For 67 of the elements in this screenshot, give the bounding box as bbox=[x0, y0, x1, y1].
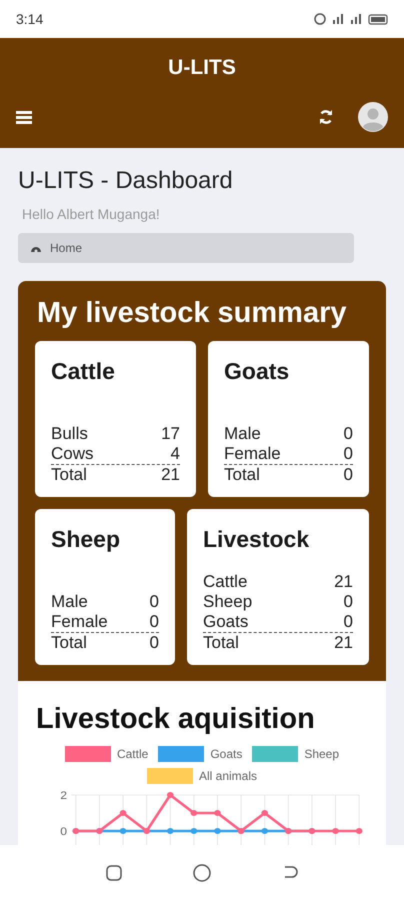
signal-icon bbox=[350, 13, 362, 25]
legend-label[interactable]: All animals bbox=[198, 767, 258, 785]
data-point bbox=[166, 828, 174, 834]
row-label: Female bbox=[51, 612, 108, 632]
signal-icon bbox=[332, 13, 344, 25]
recent-apps-icon[interactable] bbox=[104, 864, 123, 882]
total-value: 21 bbox=[161, 464, 180, 485]
legend-swatch bbox=[252, 746, 298, 762]
row-value: 0 bbox=[344, 444, 353, 464]
row-label: Sheep bbox=[203, 592, 252, 612]
row-label: Goats bbox=[203, 612, 248, 632]
legend-swatch bbox=[64, 746, 111, 762]
data-point bbox=[261, 828, 268, 834]
home-icon[interactable] bbox=[192, 862, 212, 882]
total-label: Total bbox=[51, 632, 87, 653]
battery-icon bbox=[368, 14, 388, 24]
row-label: Female bbox=[224, 444, 281, 464]
card-title: Livestock bbox=[203, 524, 310, 554]
breadcrumb-link[interactable]: Home bbox=[50, 238, 82, 257]
total-value: 0 bbox=[150, 632, 159, 653]
data-point bbox=[120, 828, 126, 834]
row-label: Male bbox=[51, 592, 88, 612]
row-value: 0 bbox=[150, 612, 159, 632]
total-value: 0 bbox=[344, 464, 353, 485]
chart-title: Livestock aquisition bbox=[36, 702, 316, 737]
card-title: Goats bbox=[224, 356, 290, 386]
row-label: Cows bbox=[51, 444, 94, 464]
summary-title: My livestock summary bbox=[36, 296, 348, 330]
total-value: 21 bbox=[334, 632, 353, 653]
y-tick-label: 2 bbox=[60, 790, 67, 802]
menu-icon[interactable] bbox=[16, 110, 32, 124]
card-title: Sheep bbox=[51, 524, 122, 554]
row-label: Bulls bbox=[51, 424, 88, 444]
status-time: 3:14 bbox=[16, 10, 44, 28]
row-value: 0 bbox=[344, 424, 353, 444]
legend-swatch bbox=[146, 768, 193, 784]
data-point bbox=[190, 828, 198, 834]
legend-swatch bbox=[158, 746, 204, 762]
avatar-icon[interactable] bbox=[358, 102, 388, 132]
card-title: Cattle bbox=[51, 356, 116, 386]
row-value: 0 bbox=[150, 592, 159, 612]
data-point bbox=[120, 810, 126, 816]
data-point bbox=[332, 828, 339, 834]
total-label: Total bbox=[224, 464, 260, 485]
data-point bbox=[261, 810, 268, 816]
row-label: Male bbox=[224, 424, 261, 444]
total-label: Total bbox=[203, 632, 239, 653]
legend-label[interactable]: Sheep bbox=[304, 745, 340, 763]
data-point bbox=[214, 828, 221, 834]
row-value: 0 bbox=[344, 592, 353, 612]
data-point bbox=[356, 828, 362, 834]
greeting-text: Hello Albert Muganga! bbox=[22, 205, 161, 224]
y-tick-label: 0 bbox=[60, 826, 67, 838]
refresh-icon[interactable] bbox=[318, 109, 334, 125]
page-title: U-LITS - Dashboard bbox=[18, 166, 234, 196]
data-point bbox=[166, 792, 174, 798]
row-value: 21 bbox=[334, 572, 353, 592]
row-value: 0 bbox=[344, 612, 353, 632]
data-point bbox=[214, 810, 221, 816]
row-value: 17 bbox=[161, 424, 180, 444]
app-title: U-LITS bbox=[167, 55, 237, 81]
legend-label[interactable]: Goats bbox=[210, 745, 242, 763]
row-label: Cattle bbox=[203, 572, 248, 592]
data-point bbox=[190, 810, 198, 816]
total-label: Total bbox=[51, 464, 87, 485]
row-value: 4 bbox=[170, 444, 180, 464]
legend-label[interactable]: Cattle bbox=[116, 745, 148, 763]
